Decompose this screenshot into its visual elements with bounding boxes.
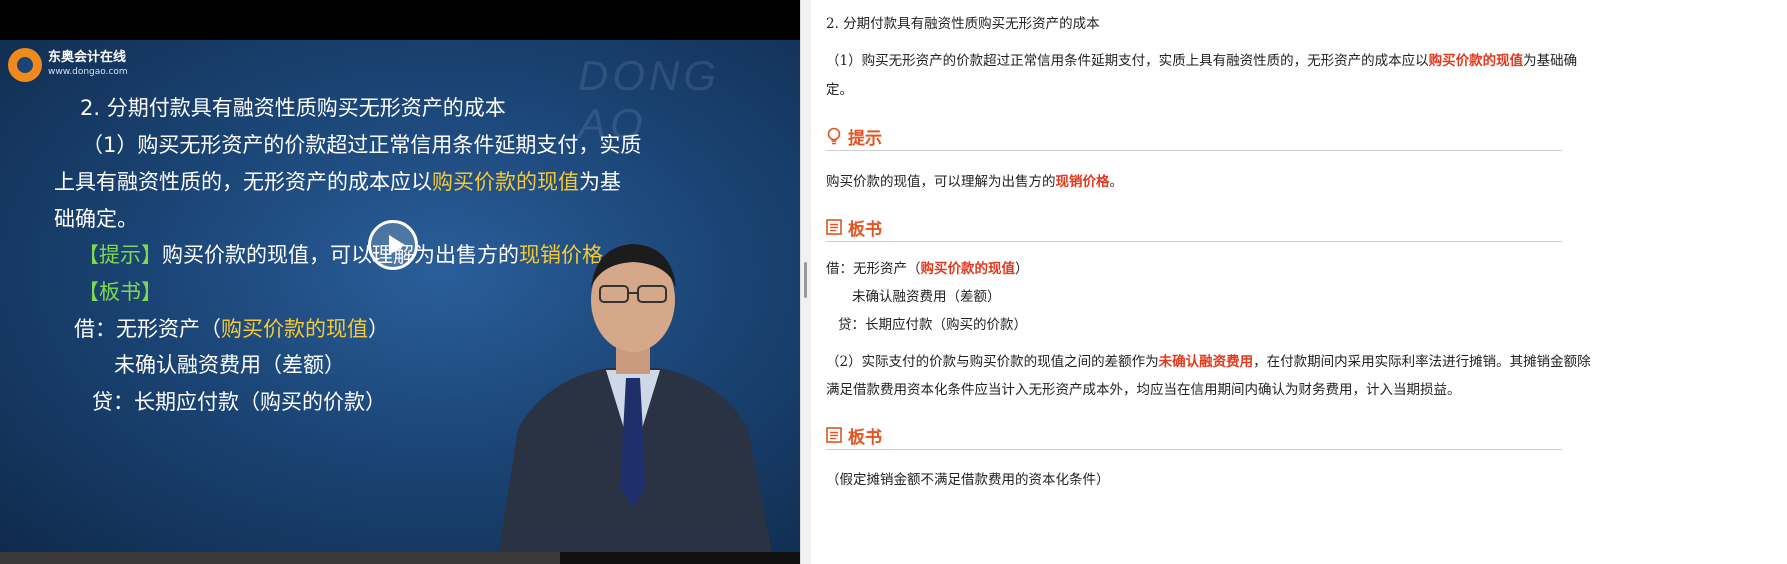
notes-p2-line1: （2）实际支付的价款与购买价款的现值之间的差额作为未确认融资费用，在付款期间内采… <box>826 354 1591 370</box>
slide-p1-line1: （1）购买无形资产的价款超过正常信用条件延期支付，实质 <box>82 133 642 157</box>
notes-highlight-present-value: 购买价款的现值 <box>1428 53 1524 69</box>
notes-p1-line1: （1）购买无形资产的价款超过正常信用条件延期支付，实质上具有融资性质的，无形资产… <box>826 53 1578 69</box>
slide-debit: 借：无形资产（购买价款的现值） <box>74 317 389 341</box>
board-icon <box>826 219 842 235</box>
slide-board-tag: 【板书】 <box>78 280 162 304</box>
notes-heading: 2. 分期付款具有融资性质购买无形资产的成本 <box>826 16 1100 32</box>
notes-unrecognized: 未确认融资费用（差额） <box>852 289 1001 305</box>
tip-section-header: 提示 <box>826 124 1562 151</box>
splitter-grip-icon[interactable] <box>804 262 807 298</box>
slide-highlight-present-value: 购买价款的现值 <box>432 170 579 194</box>
play-button[interactable] <box>368 220 418 270</box>
slide-p1-line3: 础确定。 <box>54 207 138 231</box>
slide-p1-line2: 上具有融资性质的，无形资产的成本应以购买价款的现值为基 <box>54 170 621 194</box>
slide-tip-tag: 【提示】 <box>78 243 162 267</box>
board-section-title-2: 板书 <box>848 428 882 448</box>
slide-unrecognized: 未确认融资费用（差额） <box>114 353 345 377</box>
slide-title: 2. 分期付款具有融资性质购买无形资产的成本 <box>80 96 506 120</box>
video-progress-fill <box>0 552 560 564</box>
board-section-title-1: 板书 <box>848 220 882 240</box>
presenter-figure <box>498 244 773 558</box>
brand-name: 东奥会计在线 <box>48 50 127 65</box>
lecture-notes-panel: 2. 分期付款具有融资性质购买无形资产的成本 （1）购买无形资产的价款超过正常信… <box>826 0 1766 564</box>
notes-last-line: （假定摊销金额不满足借款费用的资本化条件） <box>826 472 1110 488</box>
board-icon <box>826 427 842 443</box>
notes-tip: 购买价款的现值，可以理解为出售方的现销价格。 <box>826 174 1123 190</box>
board-section-header-2: 板书 <box>826 423 1562 450</box>
notes-debit: 借：无形资产（购买价款的现值） <box>826 261 1029 277</box>
notes-credit: 贷：长期应付款（购买的价款） <box>838 317 1027 333</box>
lightbulb-icon <box>827 127 841 145</box>
notes-highlight-unrecognized: 未确认融资费用 <box>1158 354 1254 370</box>
slide-credit: 贷：长期应付款（购买的价款） <box>92 390 386 414</box>
video-progress-bar[interactable] <box>0 552 800 564</box>
notes-p2-line2: 满足借款费用资本化条件应当计入无形资产成本外，均应当在信用期间内确认为财务费用，… <box>826 382 1461 398</box>
brand-logo-icon <box>8 48 42 82</box>
panel-splitter[interactable] <box>800 0 811 564</box>
tip-section-title: 提示 <box>848 129 882 149</box>
notes-p1-line2: 定。 <box>826 82 853 98</box>
video-player[interactable]: 东奥会计在线 www.dongao.com DONG AO 2. 分期付款具有融… <box>0 0 800 564</box>
board-section-header-1: 板书 <box>826 215 1562 242</box>
brand-logo: 东奥会计在线 www.dongao.com <box>8 48 128 82</box>
brand-url: www.dongao.com <box>48 67 128 77</box>
